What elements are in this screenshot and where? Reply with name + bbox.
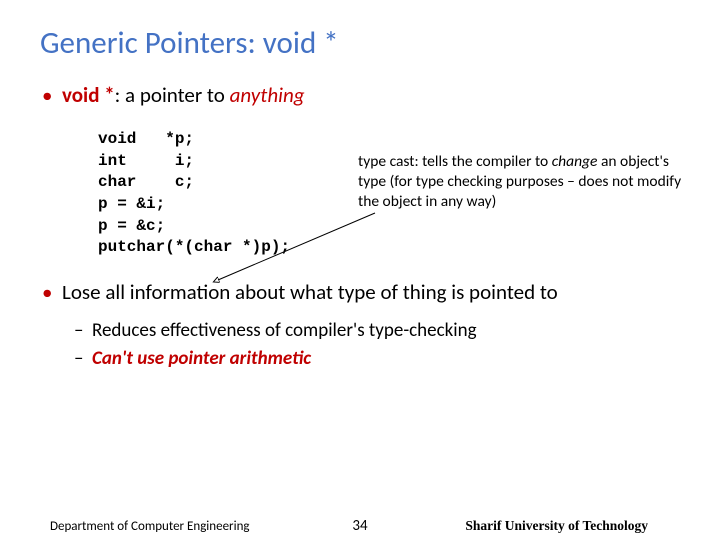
slide-content: Generic Pointers: void * void *: a point… [0, 0, 720, 540]
anything-label: anything [230, 82, 305, 108]
annotation-pre: type cast: tells the compiler to [358, 152, 552, 171]
void-star-label: void * [62, 82, 115, 108]
bullet-arithmetic-text: Can't use pointer arithmetic [92, 347, 311, 370]
footer-department: Department of Computer Engineering [50, 519, 250, 534]
bullet-list-2: Lose all information about what type of … [40, 279, 680, 372]
slide-title: Generic Pointers: void * [40, 24, 680, 62]
page-number: 34 [352, 517, 367, 535]
bullet-reduces: Reduces effectiveness of compiler's type… [40, 318, 680, 344]
bullet-arithmetic: Can't use pointer arithmetic [40, 346, 680, 372]
bullet-lose-info: Lose all information about what type of … [40, 279, 680, 306]
footer-university: Sharif University of Technology [465, 518, 648, 534]
bullet-void-pointer: void *: a pointer to anything [40, 82, 680, 109]
typecast-annotation: type cast: tells the compiler to change … [358, 152, 688, 212]
bullet-list: void *: a pointer to anything [40, 82, 680, 109]
bullet-text: : a pointer to [115, 82, 230, 108]
annotation-change: change [552, 152, 598, 171]
